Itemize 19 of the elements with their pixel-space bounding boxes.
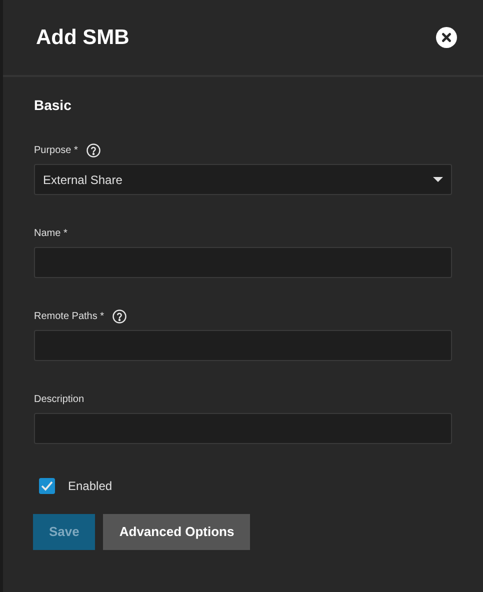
field-label: Purpose * <box>34 144 78 158</box>
input-field[interactable] <box>34 330 452 361</box>
enabled-checkbox[interactable] <box>39 478 55 494</box>
field-label: Description <box>34 392 84 406</box>
advanced-options-button[interactable]: Advanced Options <box>103 514 250 550</box>
close-icon <box>441 32 452 43</box>
field-label: Name * <box>34 226 68 240</box>
input-field[interactable] <box>34 413 452 444</box>
purpose-select[interactable]: External Share <box>34 164 452 195</box>
help-icon[interactable] <box>112 308 128 324</box>
section-title: Basic <box>34 96 72 115</box>
input-field[interactable] <box>34 247 452 278</box>
dropdown-caret-icon <box>433 176 443 182</box>
dialog-title: Add SMB <box>36 24 130 51</box>
help-icon[interactable] <box>86 142 101 158</box>
close-button[interactable] <box>436 27 457 48</box>
checkbox-label: Enabled <box>68 478 112 495</box>
field-label: Remote Paths * <box>34 310 104 324</box>
checkmark-icon <box>41 481 53 491</box>
